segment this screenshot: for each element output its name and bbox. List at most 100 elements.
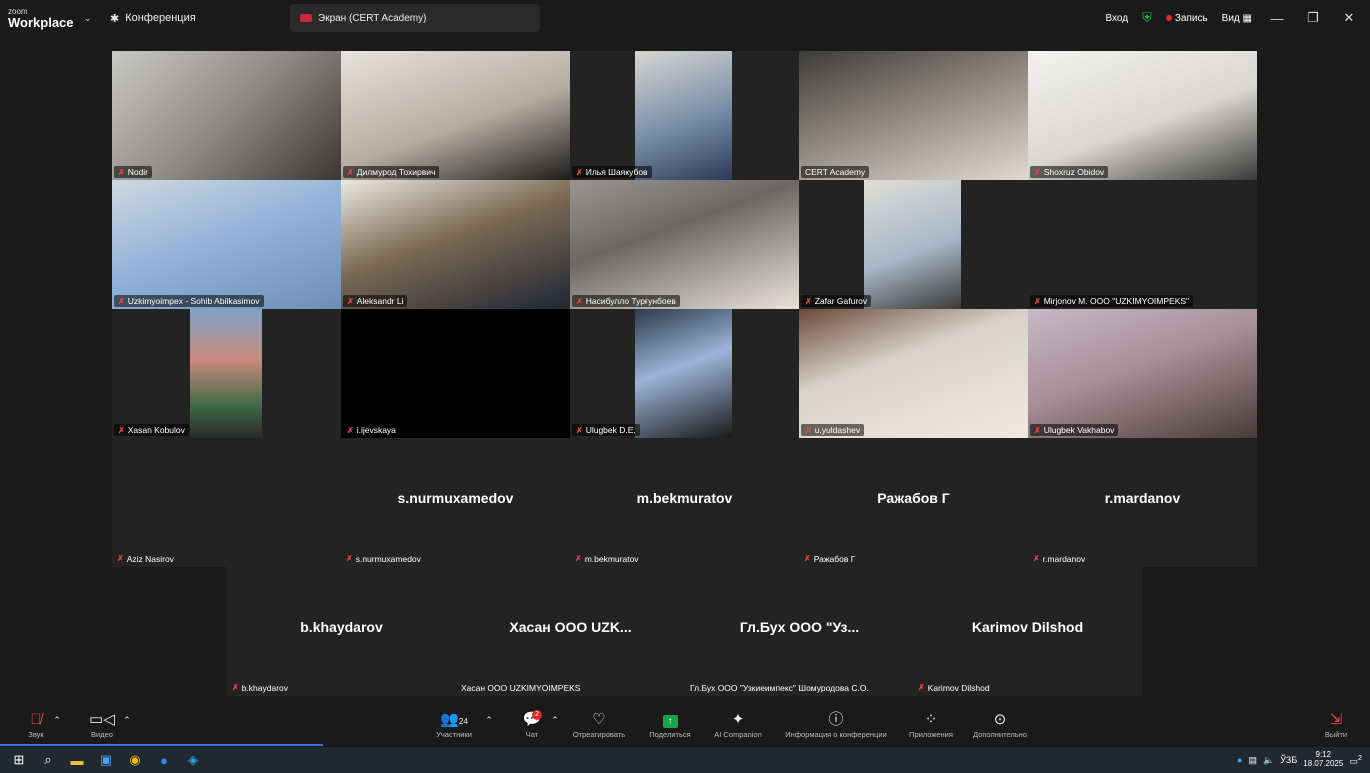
- participant-display-name: r.mardanov: [1104, 490, 1181, 506]
- file-explorer-icon[interactable]: ▬: [64, 753, 90, 768]
- speaker-icon[interactable]: 🔈: [1263, 755, 1274, 766]
- clock[interactable]: 9:12 18.07.2025: [1303, 750, 1343, 769]
- video-tile[interactable]: ✗ Ulugbek Vakhabov: [1028, 309, 1257, 438]
- participant-name-tag: ✗ i.ijevskaya: [343, 424, 400, 436]
- chevron-up-icon: ⌃: [485, 715, 493, 725]
- store-icon[interactable]: ▣: [93, 752, 119, 768]
- restore-icon[interactable]: ❐: [1302, 10, 1324, 26]
- meeting-info-button[interactable]: ⓘ Информация о конференции: [774, 710, 898, 739]
- participant-video: [635, 51, 732, 180]
- chat-icon: 💬 2: [522, 710, 542, 728]
- telegram-icon[interactable]: ◈: [180, 752, 206, 768]
- video-tile[interactable]: ✗ Xasan Kobulov: [112, 309, 341, 438]
- leave-button[interactable]: ⇲ Выйти: [1318, 710, 1354, 739]
- participant-name-tag: Гл.Бух ООО "Узкиеимпекс" Шомуродова С.О.: [690, 683, 869, 693]
- participant-name-tag: ✗ Uzkimyoimpex - Sohib Abilkasimov: [114, 295, 264, 307]
- participant-name: m.bekmuratov: [584, 554, 639, 564]
- name-tile[interactable]: b.khaydarov ✗ b.khaydarov: [227, 567, 456, 696]
- search-icon[interactable]: ⌕: [35, 752, 61, 768]
- participant-name-tag: ✗ m.bekmuratov: [575, 554, 639, 564]
- video-tile[interactable]: ✗ u.yuldashev: [799, 309, 1028, 438]
- participant-display-name: Хасан ООО UZK...: [509, 619, 632, 635]
- participant-name-tag: ✗ Ulugbek D.E.: [572, 424, 640, 436]
- participants-button[interactable]: 👥24 Участники: [428, 710, 480, 739]
- participant-name-tag: CERT Academy: [801, 166, 870, 178]
- participant-name: Хасан ООО UZKIMYOIMPEKS: [461, 683, 581, 693]
- participant-name-tag: ✗ Zafar Gafurov: [801, 295, 872, 307]
- video-tile[interactable]: ✗ Uzkimyoimpex - Sohib Abilkasimov: [112, 180, 341, 309]
- participants-icon: 👥24: [440, 711, 468, 728]
- video-tile[interactable]: ✗ Ulugbek D.E.: [570, 309, 799, 438]
- zoom-app-icon[interactable]: ●: [151, 753, 177, 768]
- tab-screen-share[interactable]: Экран (CERT Academy): [290, 4, 540, 32]
- name-tile[interactable]: r.mardanov ✗ r.mardanov: [1028, 438, 1257, 567]
- mic-off-icon: ✗: [118, 425, 125, 435]
- react-button[interactable]: ♡ Отреагировать: [568, 710, 630, 739]
- logo-big-text: Workplace: [8, 14, 74, 30]
- system-tray: ● ▤ 🔈 ЎЗБ 9:12 18.07.2025 ▭2: [1237, 750, 1370, 769]
- windows-start-icon[interactable]: ⊞: [6, 752, 32, 768]
- participant-name-tag: ✗ b.khaydarov: [232, 683, 288, 693]
- participants-count: 24: [458, 717, 468, 726]
- video-options-chevron[interactable]: ⌃: [120, 710, 134, 730]
- chat-chevron[interactable]: ⌃: [548, 710, 562, 730]
- audio-button[interactable]: 🎙̸ Звук: [18, 710, 54, 739]
- record-indicator[interactable]: Запись: [1165, 13, 1208, 24]
- audio-options-chevron[interactable]: ⌃: [50, 710, 64, 730]
- mic-off-icon: ✗: [232, 683, 239, 692]
- name-tile[interactable]: Гл.Бух ООО "Уз... Гл.Бух ООО "Узкиеимпек…: [685, 567, 914, 696]
- tab-screen-label: Экран (CERT Academy): [318, 12, 427, 24]
- mic-off-icon: ✗: [576, 167, 583, 177]
- tab-meeting[interactable]: ✱ Конференция: [102, 4, 280, 32]
- participant-video: [341, 51, 570, 180]
- meeting-toolbar: 🎙̸ Звук ⌃ ▭◁ Видео ⌃ 👥24 Участники ⌃ 💬 2 …: [0, 706, 1370, 746]
- name-tile[interactable]: s.nurmuxamedov ✗ s.nurmuxamedov: [341, 438, 570, 567]
- apps-button[interactable]: ⁘ Приложения: [902, 710, 960, 739]
- participant-name: u.yuldashev: [814, 425, 861, 435]
- name-tile[interactable]: Ражабов Г ✗ Ражабов Г: [799, 438, 1028, 567]
- participant-name: Ulugbek D.E.: [585, 425, 636, 435]
- tray-app-icon[interactable]: ●: [1237, 755, 1242, 765]
- chrome-icon[interactable]: ◉: [122, 752, 148, 768]
- tab-meeting-label: Конференция: [125, 12, 196, 24]
- chat-button[interactable]: 💬 2 Чат: [518, 710, 546, 739]
- language-indicator[interactable]: ЎЗБ: [1280, 755, 1297, 765]
- participant-name: Ulugbek Vakhabov: [1043, 425, 1115, 435]
- video-tile[interactable]: ✗ Дилмурод Тохирвич: [341, 51, 570, 180]
- more-label: Дополнительно: [973, 730, 1027, 739]
- video-tile[interactable]: ✗ Zafar Gafurov: [799, 180, 1028, 309]
- participant-video: [190, 309, 262, 438]
- participant-name-tag: ✗ Ражабов Г: [804, 554, 855, 564]
- participant-name: Гл.Бух ООО "Узкиеимпекс" Шомуродова С.О.: [690, 683, 869, 693]
- participants-chevron[interactable]: ⌃: [482, 710, 496, 730]
- video-tile[interactable]: ✗ Насибулло Турғунбоев: [570, 180, 799, 309]
- audio-label: Звук: [28, 730, 44, 739]
- video-tile[interactable]: ✗ i.ijevskaya: [341, 309, 570, 438]
- video-tile[interactable]: ✗ Aleksandr Li: [341, 180, 570, 309]
- close-icon[interactable]: ✕: [1338, 10, 1360, 26]
- shield-icon[interactable]: ⛨: [1142, 10, 1152, 26]
- more-button[interactable]: ⊙ Дополнительно: [964, 710, 1036, 739]
- ai-companion-button[interactable]: ✦ AI Companion: [708, 710, 768, 739]
- video-tile[interactable]: ✗ Nodir: [112, 51, 341, 180]
- share-button[interactable]: ↑ Поделиться: [644, 710, 696, 739]
- minimize-icon[interactable]: —: [1266, 11, 1288, 26]
- name-tile[interactable]: Karimov Dilshod ✗ Karimov Dilshod: [913, 567, 1142, 696]
- video-tile[interactable]: ✗ Mirjonov M. OOO "UZKIMYOIMPEKS": [1028, 180, 1257, 309]
- video-tile[interactable]: ✗ Shoxruz Obidov: [1028, 51, 1257, 180]
- notification-icon[interactable]: ▭2: [1349, 753, 1362, 767]
- name-tile[interactable]: Хасан ООО UZK... Хасан ООО UZKIMYOIMPEKS: [456, 567, 685, 696]
- view-button[interactable]: Вид ▦: [1222, 13, 1252, 24]
- video-label: Видео: [91, 730, 113, 739]
- video-tile[interactable]: ✗ Илья Шаякубов: [570, 51, 799, 180]
- participant-name-tag: ✗ Karimov Dilshod: [918, 683, 990, 693]
- video-button[interactable]: ▭◁ Видео: [82, 710, 122, 739]
- name-tile[interactable]: m.bekmuratov ✗ m.bekmuratov: [570, 438, 799, 567]
- video-tile-active-speaker[interactable]: CERT Academy: [799, 51, 1028, 180]
- mic-off-icon: ✗: [117, 554, 124, 563]
- login-button[interactable]: Вход: [1105, 13, 1128, 24]
- network-icon[interactable]: ▤: [1248, 755, 1257, 766]
- info-icon: ⓘ: [828, 711, 844, 728]
- name-tile[interactable]: ✗ Aziz Nasirov: [112, 438, 341, 567]
- chevron-down-icon[interactable]: ⌄: [84, 13, 102, 24]
